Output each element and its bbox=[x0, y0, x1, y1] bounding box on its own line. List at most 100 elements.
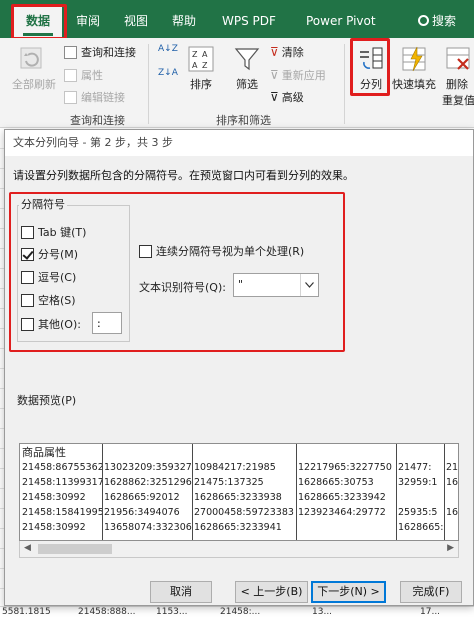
preview-cell: 13023209:3593274 bbox=[104, 462, 192, 473]
refresh-all-button[interactable]: 全部刷新 bbox=[12, 44, 56, 92]
tab-wps-pdf[interactable]: WPS PDF bbox=[222, 10, 276, 32]
svg-text:A: A bbox=[202, 50, 208, 59]
preview-cell: 商品属性 bbox=[22, 446, 66, 459]
preview-cell: 1628665:30753 bbox=[298, 477, 374, 488]
tab-help[interactable]: 帮助 bbox=[172, 10, 196, 32]
search-icon bbox=[418, 15, 429, 26]
filter-button[interactable]: 筛选 bbox=[232, 44, 262, 92]
highlight-delimiter-settings bbox=[9, 192, 345, 352]
reapply-button[interactable]: ⊽ 重新应用 bbox=[270, 67, 326, 83]
tab-review[interactable]: 审阅 bbox=[76, 10, 100, 32]
preview-cell: 21458:30992 bbox=[22, 492, 86, 503]
advanced-label: 高级 bbox=[281, 91, 304, 104]
sort-button[interactable]: Z A A Z 排序 bbox=[186, 44, 216, 92]
group-divider bbox=[344, 44, 345, 124]
properties-button[interactable]: 属性 bbox=[64, 67, 103, 83]
flash-fill-icon bbox=[399, 44, 429, 74]
scroll-right-icon[interactable]: ▶ bbox=[447, 543, 454, 553]
table-icon bbox=[64, 45, 77, 59]
flash-fill-button[interactable]: 快速填充 bbox=[390, 44, 438, 92]
sheet-cell: 21458:888... bbox=[78, 607, 136, 617]
preview-cell: 123923464:29772 bbox=[298, 507, 386, 518]
svg-text:Z: Z bbox=[202, 61, 208, 70]
ribbon-tab-bar: 数据 审阅 视图 帮助 WPS PDF Power Pivot 搜索 bbox=[0, 0, 474, 38]
preview-cell: 21458:15841995 bbox=[22, 507, 102, 518]
preview-cell: 21458:86755362 bbox=[22, 462, 102, 473]
queries-connections-button[interactable]: 查询和连接 bbox=[64, 44, 136, 60]
link-icon bbox=[64, 90, 77, 104]
tab-search[interactable]: 搜索 bbox=[418, 10, 456, 32]
flash-fill-label: 快速填充 bbox=[392, 78, 436, 91]
preview-cell: 21 bbox=[446, 462, 459, 473]
properties-label: 属性 bbox=[81, 69, 103, 82]
scrollbar-thumb[interactable] bbox=[38, 544, 112, 554]
sort-label: 排序 bbox=[190, 78, 212, 91]
cancel-button[interactable]: 取消 bbox=[150, 581, 212, 603]
advanced-button[interactable]: ⊽ 高级 bbox=[270, 89, 304, 105]
sheet-cell: 13... bbox=[312, 607, 333, 617]
finish-button[interactable]: 完成(F) bbox=[400, 581, 462, 603]
preview-cell: 1628665:3233942 bbox=[298, 492, 386, 503]
back-button[interactable]: < 上一步(B) bbox=[235, 581, 308, 603]
preview-cell: 1628665:3233938 bbox=[194, 492, 282, 503]
data-preview-label: 数据预览(P) bbox=[17, 394, 77, 407]
advanced-filter-icon: ⊽ bbox=[270, 90, 279, 104]
edit-links-label: 编辑链接 bbox=[81, 91, 125, 104]
dialog-description: 请设置分列数据所包含的分隔符号。在预览窗口内可看到分列的效果。 bbox=[13, 169, 354, 182]
preview-cell: 21458:11399317 bbox=[22, 477, 102, 488]
remove-duplicates-label: 删除 bbox=[446, 78, 468, 91]
ribbon: 全部刷新 查询和连接 属性 编辑链接 查询和连接 A↓Z Z↓A Z A A Z… bbox=[0, 38, 474, 128]
data-preview-table[interactable]: 商品属性 21458:86755362 13023209:3593274 109… bbox=[19, 443, 459, 541]
sheet-cell: 21458:... bbox=[220, 607, 261, 617]
edit-links-button[interactable]: 编辑链接 bbox=[64, 89, 125, 105]
svg-text:Z: Z bbox=[192, 50, 198, 59]
filter-icon bbox=[232, 44, 262, 74]
sheet-cell: 17... bbox=[420, 607, 441, 617]
worksheet-visible-row: 5581.1815 21458:888... 1153... 21458:...… bbox=[0, 606, 474, 618]
sheet-cell: 1153... bbox=[156, 607, 188, 617]
clear-filter-icon: ⊽ bbox=[270, 45, 279, 59]
preview-cell: 12217965:3227750 bbox=[298, 462, 392, 473]
dialog-title: 文本分列向导 - 第 2 步，共 3 步 bbox=[5, 130, 473, 156]
tab-power-pivot[interactable]: Power Pivot bbox=[306, 10, 376, 32]
preview-cell: 16 bbox=[446, 477, 459, 488]
preview-cell: 21956:3494076 bbox=[104, 507, 180, 518]
preview-cell: 25935:5 bbox=[398, 507, 438, 518]
clear-button[interactable]: ⊽ 清除 bbox=[270, 44, 304, 60]
preview-cell: 1628862:3251296 bbox=[104, 477, 192, 488]
scroll-left-icon[interactable]: ◀ bbox=[24, 543, 31, 553]
refresh-all-label: 全部刷新 bbox=[12, 78, 56, 91]
sort-az-icon: A↓Z bbox=[158, 44, 178, 54]
tab-view[interactable]: 视图 bbox=[124, 10, 148, 32]
filter-label: 筛选 bbox=[236, 78, 258, 91]
group-divider bbox=[148, 44, 149, 124]
search-label: 搜索 bbox=[432, 14, 457, 28]
group-label-sort-filter: 排序和筛选 bbox=[216, 114, 271, 127]
clear-label: 清除 bbox=[281, 46, 304, 59]
preview-cell: 21458:30992 bbox=[22, 522, 86, 533]
preview-cell: 1628665:3233941 bbox=[194, 522, 282, 533]
sort-za-icon: Z↓A bbox=[158, 68, 178, 78]
preview-cell: 1628665:92012 bbox=[104, 492, 180, 503]
preview-cell: 16 bbox=[446, 507, 459, 518]
reapply-icon: ⊽ bbox=[270, 68, 279, 82]
sort-za-button[interactable]: Z↓A bbox=[158, 68, 178, 78]
preview-cell: 27000458:59723383 bbox=[194, 507, 294, 518]
remove-duplicates-label-line2: 重复值 bbox=[442, 94, 474, 107]
remove-duplicates-button[interactable]: 删除 重复值 bbox=[440, 44, 474, 108]
text-to-columns-wizard-dialog: 文本分列向导 - 第 2 步，共 3 步 请设置分列数据所包含的分隔符号。在预览… bbox=[4, 129, 474, 606]
next-button[interactable]: 下一步(N) > bbox=[311, 581, 386, 603]
properties-icon bbox=[64, 68, 77, 82]
sort-dialog-icon: Z A A Z bbox=[186, 44, 216, 74]
preview-cell: 13658074:3323064 bbox=[104, 522, 192, 533]
queries-connections-label: 查询和连接 bbox=[81, 46, 136, 59]
preview-cell: 21475:137325 bbox=[194, 477, 264, 488]
highlight-data-tab bbox=[11, 4, 67, 40]
preview-horizontal-scrollbar[interactable]: ◀ ▶ bbox=[19, 541, 459, 558]
reapply-label: 重新应用 bbox=[281, 69, 326, 82]
sort-az-button[interactable]: A↓Z bbox=[158, 44, 178, 54]
group-label-queries: 查询和连接 bbox=[70, 114, 125, 127]
preview-cell: 32959:1 bbox=[398, 477, 438, 488]
sheet-cell: 5581.1815 bbox=[2, 607, 51, 617]
highlight-text-to-columns bbox=[350, 38, 390, 96]
